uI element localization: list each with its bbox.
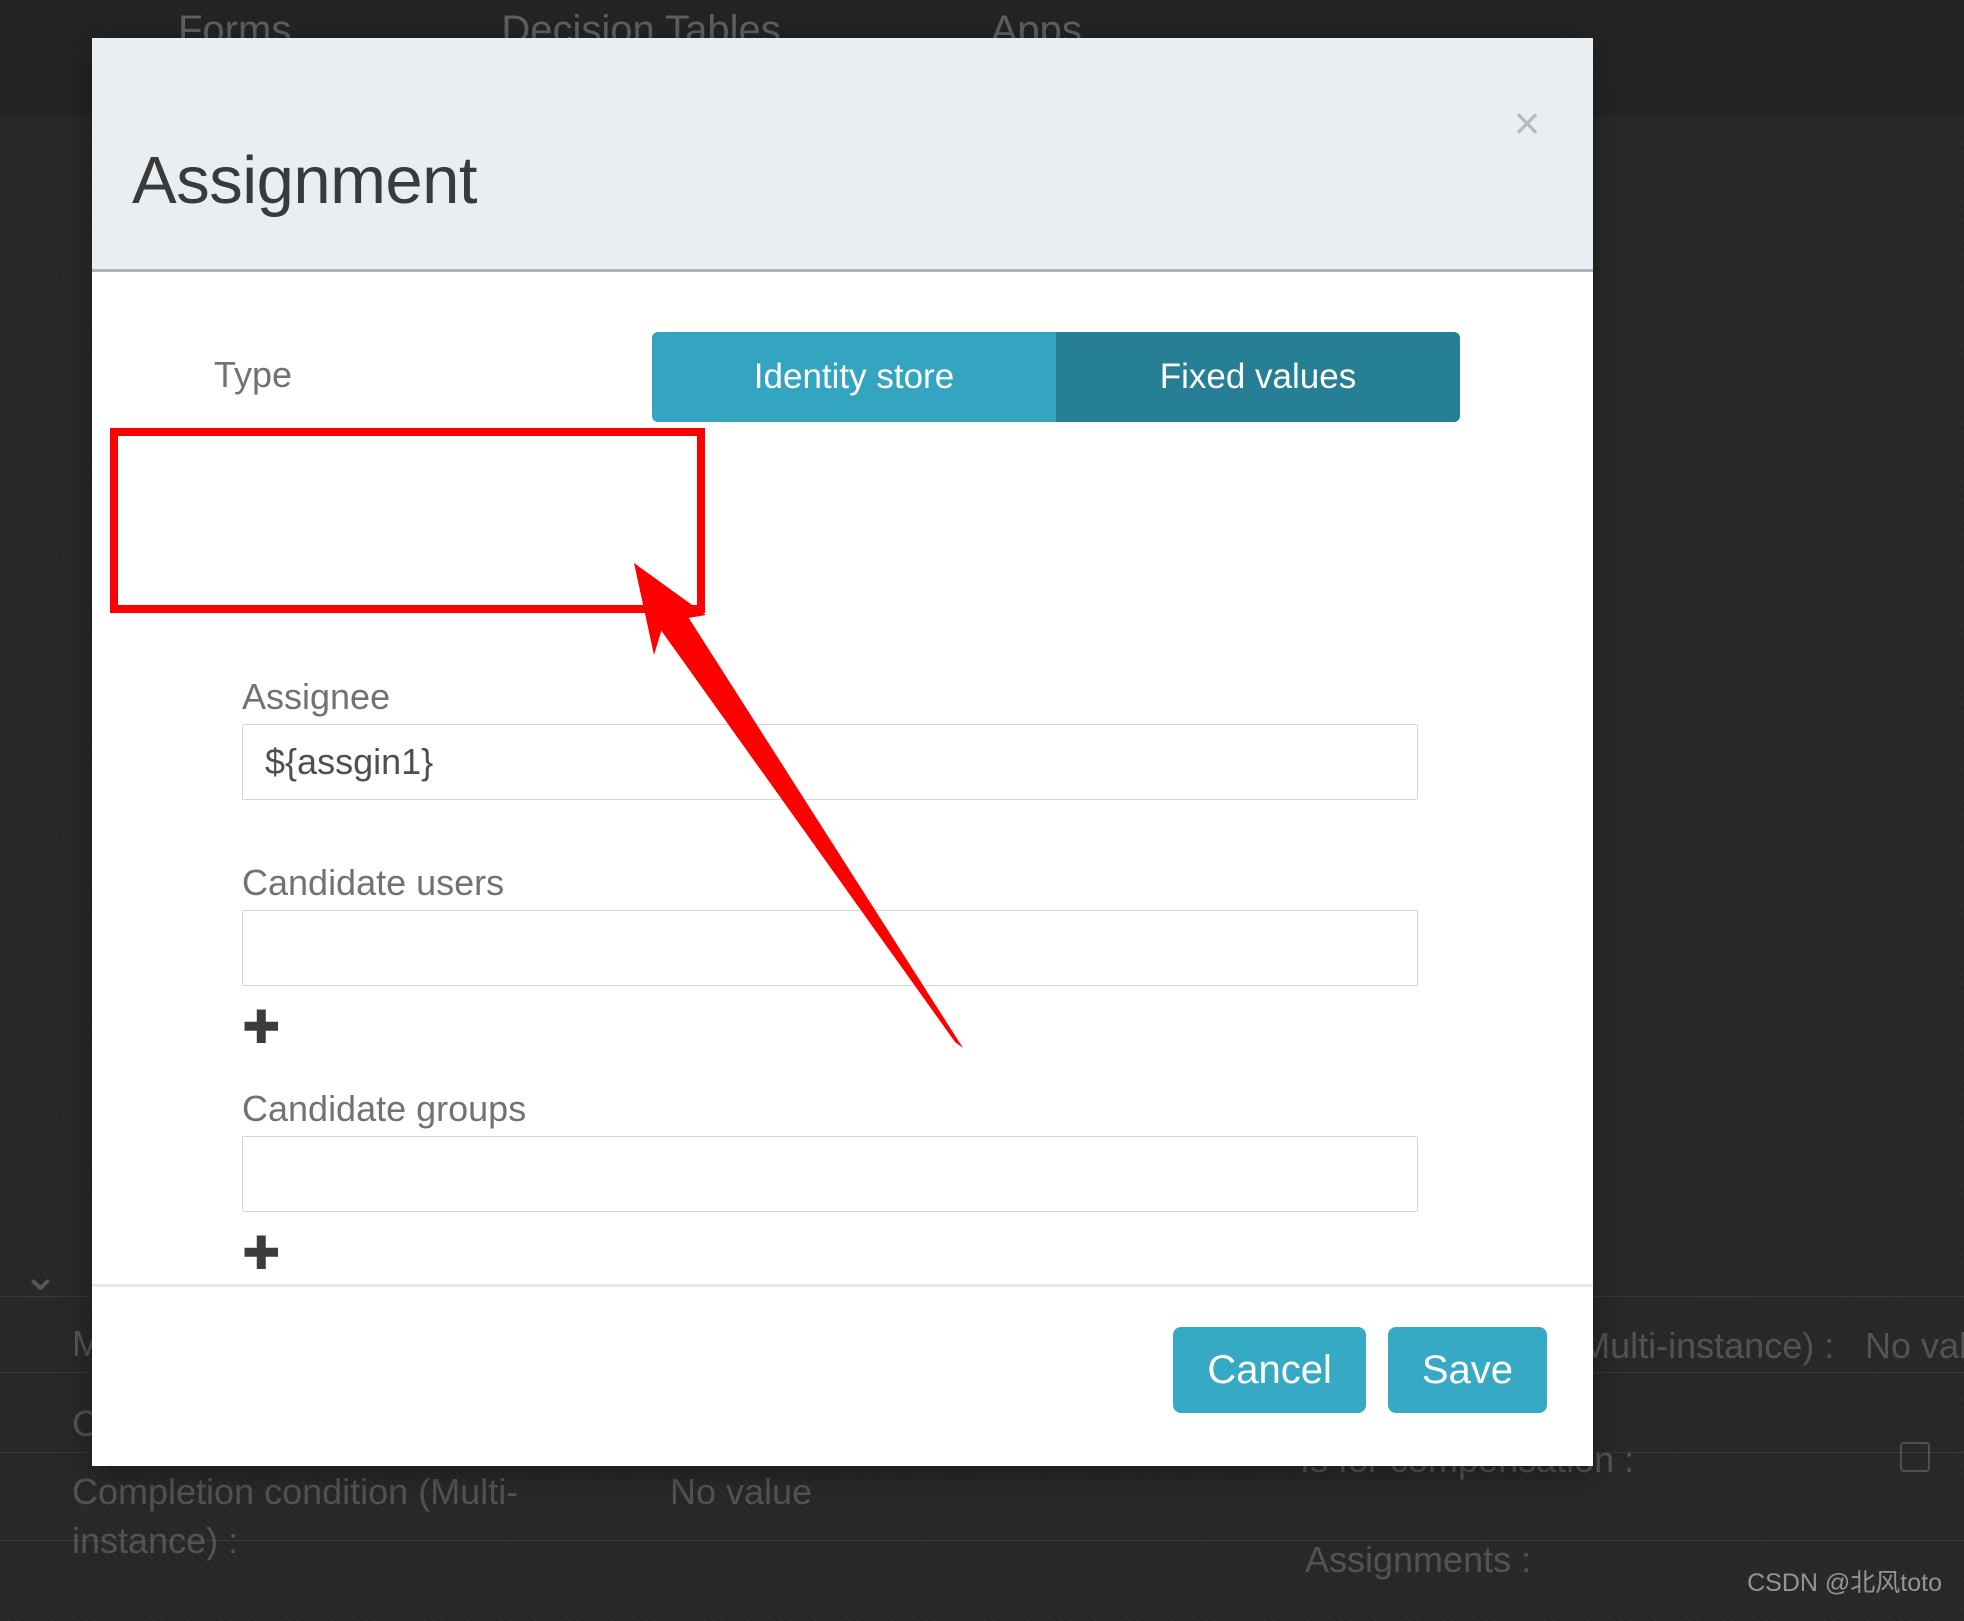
type-option-identity-store[interactable]: Identity store [652, 332, 1056, 422]
cancel-button[interactable]: Cancel [1173, 1327, 1366, 1413]
bg-property-value: No value [670, 1468, 812, 1517]
modal-header: Assignment × [92, 38, 1593, 272]
candidate-groups-input[interactable] [242, 1136, 1418, 1212]
assignment-modal: Assignment × Type Identity store Fixed v… [92, 38, 1593, 1466]
type-button-group: Identity store Fixed values [652, 332, 1460, 422]
close-icon[interactable]: × [1501, 98, 1553, 150]
type-row: Type Identity store Fixed values [92, 332, 1593, 432]
bg-property-value: No value [1865, 1322, 1964, 1371]
assignee-input[interactable] [242, 724, 1418, 800]
add-candidate-user-icon[interactable]: ✚ [242, 1004, 281, 1050]
save-button[interactable]: Save [1388, 1327, 1547, 1413]
assignee-label: Assignee [242, 676, 390, 718]
modal-body: Type Identity store Fixed values Assigne… [92, 272, 1593, 1284]
modal-footer: Cancel Save [92, 1284, 1593, 1463]
bg-property-label: Assignments : [1305, 1536, 1531, 1585]
section-chevron-icon[interactable]: ⌄ [22, 1250, 59, 1301]
bg-compensation-checkbox[interactable] [1900, 1442, 1930, 1472]
footer-actions: Cancel Save [1173, 1327, 1547, 1413]
type-label: Type [214, 354, 292, 396]
candidate-users-label: Candidate users [242, 862, 504, 904]
page-title: Assignment [132, 142, 477, 219]
add-candidate-group-icon[interactable]: ✚ [242, 1230, 281, 1276]
candidate-groups-label: Candidate groups [242, 1088, 526, 1130]
type-option-fixed-values[interactable]: Fixed values [1056, 332, 1460, 422]
screen-root: Forms Decision Tables Apps ⌄ Multi-insta… [0, 0, 1964, 1621]
candidate-users-input[interactable] [242, 910, 1418, 986]
watermark: CSDN @北风toto [1747, 1563, 1942, 1599]
bg-property-label: Completion condition (Multi-instance) : [72, 1468, 632, 1565]
